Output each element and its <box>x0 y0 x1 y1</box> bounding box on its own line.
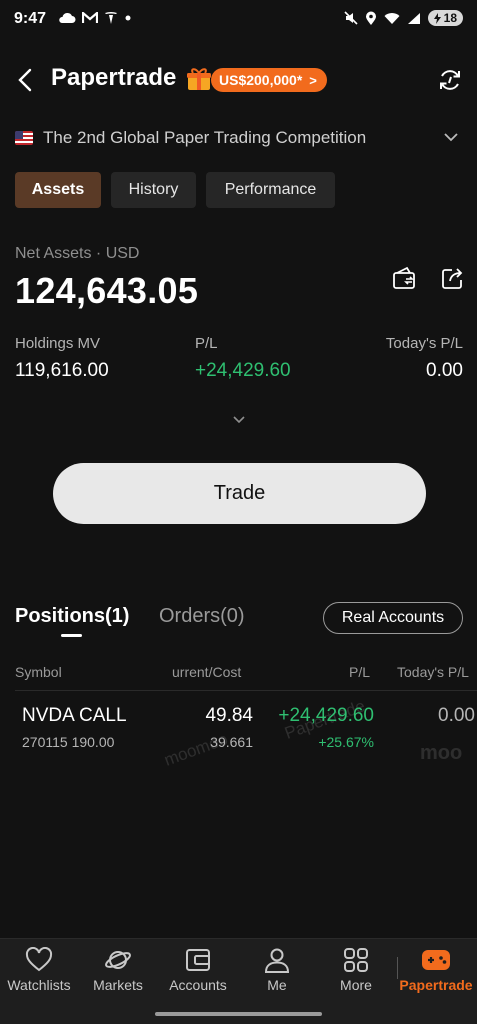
position-todays-pl: 0.00 <box>438 705 475 726</box>
signal-icon <box>407 12 420 24</box>
tab-orders[interactable]: Orders(0) <box>159 605 245 628</box>
battery-icon: 18 <box>427 10 463 26</box>
real-accounts-button[interactable]: Real Accounts <box>323 602 463 634</box>
holdings-mv-label: Holdings MV <box>15 335 101 352</box>
nav-label: Markets <box>93 977 143 993</box>
dot-icon <box>125 15 131 21</box>
nav-more[interactable]: More <box>316 947 396 993</box>
tab-performance[interactable]: Performance <box>206 172 335 208</box>
position-pl-percent: +25.67% <box>318 734 374 750</box>
col-header-symbol[interactable]: Symbol <box>15 664 62 680</box>
tab-positions[interactable]: Positions(1) <box>15 605 129 628</box>
refresh-icon[interactable] <box>437 67 463 93</box>
watermark-moo: moo <box>420 742 463 764</box>
trade-button[interactable]: Trade <box>53 463 426 524</box>
col-header-todays-pl[interactable]: Today's P/L <box>397 664 469 680</box>
position-cost: 39.661 <box>210 734 253 750</box>
position-contract: 270115 190.00 <box>22 734 115 750</box>
gift-icon[interactable] <box>186 66 212 92</box>
positions-tab-indicator <box>61 634 82 637</box>
nav-label: Watchlists <box>7 977 71 993</box>
share-icon[interactable] <box>440 266 466 292</box>
competition-selector[interactable]: The 2nd Global Paper Trading Competition <box>15 128 366 148</box>
cloud-icon <box>59 12 76 23</box>
col-header-pl[interactable]: P/L <box>349 664 370 680</box>
nav-papertrade[interactable]: Papertrade <box>396 947 476 993</box>
battery-level: 18 <box>443 11 457 25</box>
nav-label: More <box>340 977 372 993</box>
person-icon <box>264 948 290 973</box>
nav-markets[interactable]: Markets <box>78 947 158 993</box>
nav-label: Me <box>267 977 287 993</box>
todays-pl-label: Today's P/L <box>385 335 463 352</box>
wifi-icon <box>384 12 400 24</box>
status-time: 9:47 <box>14 10 47 27</box>
nav-accounts[interactable]: Accounts <box>158 947 238 993</box>
col-header-current-cost[interactable]: urrent/Cost <box>172 664 241 680</box>
grid-icon <box>344 948 368 972</box>
promo-arrow: > <box>309 73 317 88</box>
header-divider <box>15 690 477 691</box>
tab-assets[interactable]: Assets <box>15 172 101 208</box>
promo-text: US$200,000* <box>219 72 303 88</box>
promo-badge[interactable]: US$200,000* > <box>211 68 327 92</box>
position-symbol: NVDA CALL <box>22 705 127 726</box>
heart-icon <box>25 947 53 972</box>
us-flag-icon <box>15 131 33 145</box>
back-arrow-icon[interactable] <box>14 66 38 94</box>
status-icons-right: 18 <box>344 10 463 26</box>
expand-chevron-icon[interactable] <box>232 414 246 424</box>
nav-me[interactable]: Me <box>237 947 317 993</box>
gmail-icon <box>82 12 98 23</box>
nav-watchlists[interactable]: Watchlists <box>0 947 79 993</box>
competition-name: The 2nd Global Paper Trading Competition <box>43 128 367 147</box>
chevron-down-icon[interactable] <box>443 131 459 143</box>
wallet-transfer-icon[interactable] <box>392 266 418 292</box>
location-icon <box>365 11 376 25</box>
tab-history[interactable]: History <box>111 172 196 208</box>
net-assets-value: 124,643.05 <box>15 270 199 311</box>
pl-value: +24,429.60 <box>195 360 291 381</box>
nav-label: Accounts <box>169 977 227 993</box>
pl-label: P/L <box>195 335 218 352</box>
nav-label: Papertrade <box>399 977 473 993</box>
net-assets-label: Net Assets · USD <box>15 245 140 262</box>
position-current: 49.84 <box>205 705 253 726</box>
tesla-icon <box>105 12 117 24</box>
planet-icon <box>105 951 131 969</box>
home-indicator[interactable] <box>155 1012 322 1016</box>
todays-pl-value: 0.00 <box>426 360 463 381</box>
wallet-icon <box>186 949 210 971</box>
gamepad-icon <box>422 950 450 970</box>
position-pl: +24,429.60 <box>278 705 374 726</box>
holdings-mv-value: 119,616.00 <box>15 360 109 381</box>
mute-icon <box>344 11 358 25</box>
page-title: Papertrade <box>51 64 177 91</box>
status-icons-left <box>58 11 132 25</box>
